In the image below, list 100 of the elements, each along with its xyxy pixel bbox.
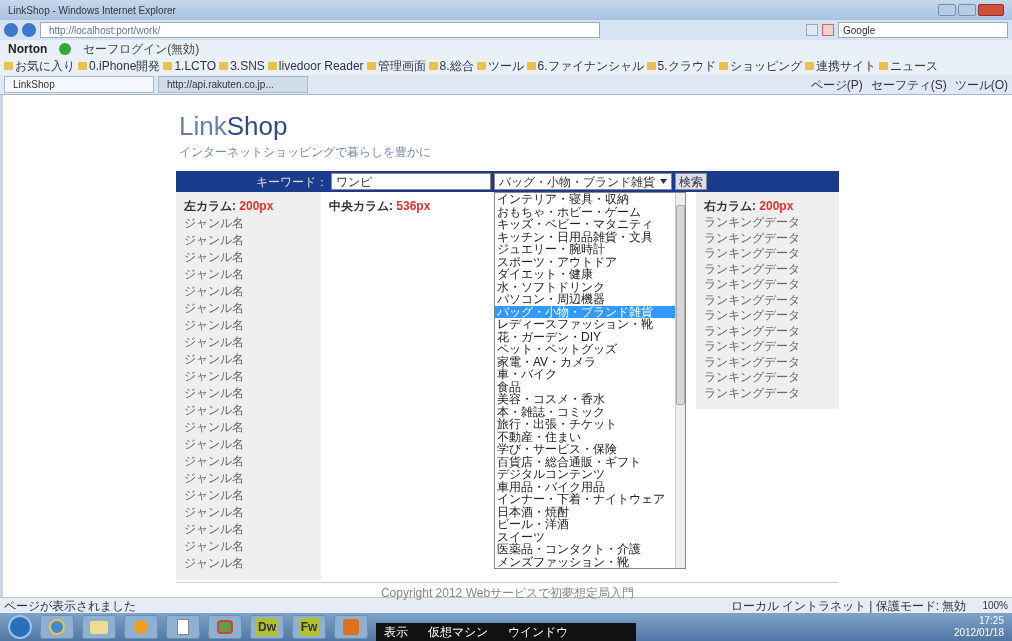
dropdown-option[interactable]: デジタルコンテンツ [495,468,675,481]
dropdown-option[interactable]: パソコン・周辺機器 [495,293,675,306]
dropdown-option[interactable]: インテリア・寝具・収納 [495,193,675,206]
browser-taskbar-button[interactable] [40,615,74,639]
dropdown-option[interactable]: スポーツ・アウトドア [495,255,675,268]
ranking-item[interactable]: ランキングデータ [704,277,831,293]
command-menu[interactable]: セーフティ(S) [870,75,947,94]
forward-button[interactable] [22,23,36,37]
site-logo[interactable]: LinkShop [179,111,842,141]
favorites-item[interactable]: livedoor Reader [278,57,364,75]
genre-link[interactable]: ジャンル名 [184,436,313,453]
dropdown-option[interactable]: 日本酒・焼酎 [495,505,675,518]
dropdown-option[interactable]: 食品 [495,380,675,393]
dropdown-option[interactable]: 医薬品・コンタクト・介護 [495,543,675,556]
dropdown-option[interactable]: キッチン・日用品雑貨・文具 [495,230,675,243]
genre-link[interactable]: ジャンル名 [184,521,313,538]
dropdown-option[interactable]: ダイエット・健康 [495,268,675,281]
paint-taskbar-button[interactable] [208,615,242,639]
dropdown-option[interactable]: 家電・AV・カメラ [495,355,675,368]
menu-item[interactable]: 仮想マシン [428,623,488,641]
dropdown-option[interactable]: 百貨店・総合通販・ギフト [495,455,675,468]
favorites-item[interactable]: 1.LCTO [174,57,217,75]
app-taskbar-button[interactable]: Fw [292,615,326,639]
stop-button[interactable] [822,24,834,36]
dropdown-option[interactable]: 水・ソフトドリンク [495,280,675,293]
notepad-taskbar-button[interactable] [166,615,200,639]
search-field[interactable]: Google [838,22,1008,38]
genre-link[interactable]: ジャンル名 [184,487,313,504]
genre-link[interactable]: ジャンル名 [184,419,313,436]
ranking-item[interactable]: ランキングデータ [704,385,831,401]
keyword-input[interactable]: ワンピ [331,173,491,190]
genre-link[interactable]: ジャンル名 [184,215,313,232]
scrollbar[interactable] [675,193,685,568]
genre-link[interactable]: ジャンル名 [184,385,313,402]
favorites-item[interactable]: 連携サイト [815,57,876,75]
ranking-item[interactable]: ランキングデータ [704,354,831,370]
dropdown-option[interactable]: 花・ガーデン・DIY [495,330,675,343]
dropdown-option[interactable]: インナー・下着・ナイトウェア [495,493,675,506]
favorites-item[interactable]: ショッピング [729,57,802,75]
genre-link[interactable]: ジャンル名 [184,402,313,419]
search-button[interactable]: 検索 [675,173,707,190]
genre-link[interactable]: ジャンル名 [184,300,313,317]
close-button[interactable] [978,4,1004,16]
genre-link[interactable]: ジャンル名 [184,351,313,368]
genre-link[interactable]: ジャンル名 [184,538,313,555]
zoom-level[interactable]: 100% [982,598,1008,613]
ranking-item[interactable]: ランキングデータ [704,215,831,231]
app-taskbar-button[interactable] [334,615,368,639]
genre-link[interactable]: ジャンル名 [184,232,313,249]
genre-link[interactable]: ジャンル名 [184,504,313,521]
menu-item[interactable]: 表示 [384,623,408,641]
media-player-taskbar-button[interactable] [124,615,158,639]
dropdown-option[interactable]: 不動産・住まい [495,430,675,443]
genre-link[interactable]: ジャンル名 [184,266,313,283]
command-menu[interactable]: ツール(O) [954,75,1008,94]
dropdown-option[interactable]: スイーツ [495,530,675,543]
dropdown-option[interactable]: 車用品・バイク用品 [495,480,675,493]
favorites-item[interactable]: ツール [487,57,524,75]
favorites-item[interactable]: 管理画面 [377,57,426,75]
ranking-item[interactable]: ランキングデータ [704,323,831,339]
dropdown-option[interactable]: ジュエリー・腕時計 [495,243,675,256]
dropdown-option[interactable]: 旅行・出張・チケット [495,418,675,431]
category-select[interactable]: バッグ・小物・ブランド雑貨 [494,173,672,190]
browser-tab[interactable]: LinkShop [4,76,154,93]
ranking-item[interactable]: ランキングデータ [704,230,831,246]
genre-link[interactable]: ジャンル名 [184,453,313,470]
genre-link[interactable]: ジャンル名 [184,470,313,487]
dropdown-option[interactable]: 学び・サービス・保険 [495,443,675,456]
favorites-item[interactable]: 3.SNS [230,57,265,75]
genre-link[interactable]: ジャンル名 [184,249,313,266]
ranking-item[interactable]: ランキングデータ [704,308,831,324]
app-taskbar-button[interactable]: Dw [250,615,284,639]
dropdown-option[interactable]: おもちゃ・ホビー・ゲーム [495,205,675,218]
norton-label[interactable]: Norton [8,39,48,58]
ranking-item[interactable]: ランキングデータ [704,370,831,386]
browser-tab[interactable]: http://api.rakuten.co.jp... [158,76,308,93]
genre-link[interactable]: ジャンル名 [184,334,313,351]
dropdown-option[interactable]: キッズ・ベビー・マタニティ [495,218,675,231]
dropdown-option[interactable]: ビール・洋酒 [495,518,675,531]
genre-link[interactable]: ジャンル名 [184,317,313,334]
start-button[interactable] [8,615,32,639]
folder-taskbar-button[interactable] [82,615,116,639]
toolbar-item[interactable]: セーフログイン(無効) [83,39,200,58]
dropdown-option[interactable]: 美容・コスメ・香水 [495,393,675,406]
dropdown-option[interactable]: ペット・ペットグッズ [495,343,675,356]
dropdown-option[interactable]: 本・雑誌・コミック [495,405,675,418]
favorites-item[interactable]: お気に入り [15,57,75,75]
favorites-item[interactable]: ニュース [889,57,938,75]
minimize-button[interactable] [938,4,956,16]
favorites-item[interactable]: 5.クラウド [657,57,716,75]
favorites-item[interactable]: 8.総合 [439,57,474,75]
command-menu[interactable]: ページ(P) [810,75,863,94]
ranking-item[interactable]: ランキングデータ [704,339,831,355]
genre-link[interactable]: ジャンル名 [184,368,313,385]
ranking-item[interactable]: ランキングデータ [704,261,831,277]
favorites-item[interactable]: 0.iPhone開発 [89,57,161,75]
ranking-item[interactable]: ランキングデータ [704,246,831,262]
genre-link[interactable]: ジャンル名 [184,283,313,300]
favorites-item[interactable]: 6.ファイナンシャル [537,57,644,75]
dropdown-option[interactable]: メンズファッション・靴 [495,555,675,568]
